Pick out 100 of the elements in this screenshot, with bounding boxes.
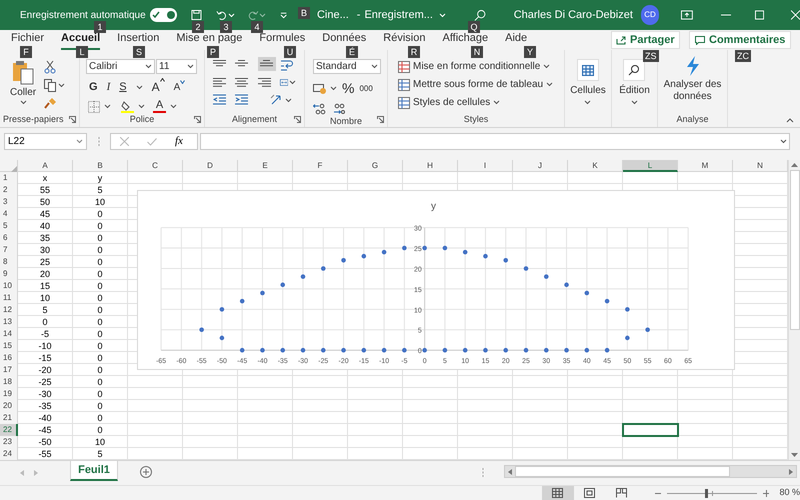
scroll-left-icon[interactable] [508, 468, 512, 474]
row-header[interactable]: 13 [0, 316, 18, 328]
column-header[interactable]: D [183, 160, 238, 172]
scrollbar-thumb[interactable] [790, 170, 800, 330]
view-button[interactable] [542, 486, 574, 500]
column-header[interactable]: M [678, 160, 733, 172]
font-color-button[interactable]: A [153, 100, 166, 113]
copy-icon[interactable] [44, 79, 56, 92]
accounting-format-icon[interactable] [313, 82, 327, 94]
maximize-icon[interactable] [754, 10, 764, 20]
dialog-launcher-icon[interactable] [294, 116, 301, 123]
zoom-slider-thumb[interactable] [705, 488, 708, 498]
column-header[interactable]: I [458, 160, 513, 172]
fill-color-icon[interactable] [121, 100, 134, 113]
expand-formula-bar-icon[interactable] [780, 139, 787, 144]
row-header[interactable]: 19 [0, 388, 18, 400]
column-header[interactable]: F [293, 160, 348, 172]
percent-button[interactable]: % [342, 78, 354, 99]
row-header[interactable]: 22 [0, 424, 18, 436]
font-size-field[interactable]: 11 [156, 59, 197, 74]
minimize-icon[interactable] [720, 14, 731, 16]
scroll-up-icon[interactable] [791, 163, 798, 167]
align-center-icon[interactable] [235, 77, 248, 88]
close-icon[interactable] [790, 10, 800, 20]
row-header[interactable]: 16 [0, 352, 18, 364]
row-header[interactable]: 23 [0, 436, 18, 448]
drag-handle-icon[interactable] [482, 468, 484, 477]
user-avatar[interactable]: CD [640, 5, 660, 25]
grow-font-button[interactable]: A [152, 78, 165, 96]
wrap-text-icon[interactable] [280, 59, 293, 71]
borders-icon[interactable] [88, 100, 100, 112]
name-box[interactable]: L22 [4, 133, 87, 150]
scissors-icon[interactable] [44, 60, 56, 74]
autosave-toggle[interactable] [150, 8, 178, 22]
scroll-right-icon[interactable] [789, 468, 793, 474]
decrease-indent-icon[interactable] [213, 94, 226, 105]
insert-function-button[interactable]: fx [175, 133, 183, 150]
dialog-launcher-icon[interactable] [194, 116, 201, 123]
thousands-separator-button[interactable]: 000 [359, 82, 373, 94]
row-header[interactable]: 20 [0, 400, 18, 412]
cells-button[interactable]: Cellules [570, 59, 606, 105]
row-header[interactable]: 1 [0, 172, 18, 184]
collapse-ribbon-icon[interactable] [786, 118, 794, 123]
editing-button[interactable]: Édition [619, 59, 650, 105]
dialog-launcher-icon[interactable] [69, 116, 76, 123]
align-right-icon[interactable] [258, 77, 270, 88]
add-sheet-icon[interactable] [140, 466, 152, 478]
drag-handle-icon[interactable] [98, 137, 100, 146]
row-header[interactable]: 7 [0, 244, 18, 256]
column-header[interactable]: E [238, 160, 293, 172]
row-header[interactable]: 3 [0, 196, 18, 208]
column-header[interactable]: B [73, 160, 128, 172]
row-header[interactable]: 8 [0, 256, 18, 268]
file-name[interactable]: Enregistrem... [364, 6, 433, 24]
column-header[interactable]: A [18, 160, 73, 172]
column-header[interactable]: H [403, 160, 458, 172]
ribbon-display-icon[interactable] [681, 10, 693, 20]
share-button[interactable]: Partager [611, 31, 680, 49]
shrink-font-button[interactable]: A [174, 80, 186, 94]
row-header[interactable]: 6 [0, 232, 18, 244]
row-header[interactable]: 18 [0, 376, 18, 388]
paste-button[interactable]: Coller [10, 59, 36, 105]
horizontal-scrollbar-thumb[interactable] [515, 466, 730, 477]
styles-menu-button[interactable]: Styles de cellules [398, 95, 554, 110]
align-left-icon[interactable] [213, 77, 226, 88]
bold-button[interactable]: G [89, 78, 98, 96]
row-header[interactable]: 24 [0, 448, 18, 460]
italic-button[interactable]: I [106, 78, 110, 96]
selected-cell[interactable] [623, 424, 678, 436]
customize-toolbar-icon[interactable] [280, 11, 287, 19]
number-format-field[interactable]: Standard [313, 59, 381, 74]
undo-icon[interactable] [216, 9, 228, 21]
row-header[interactable]: 10 [0, 280, 18, 292]
comments-button[interactable]: Commentaires [689, 31, 792, 49]
row-header[interactable]: 4 [0, 208, 18, 220]
zoom-in-icon[interactable] [762, 490, 770, 496]
styles-menu-button[interactable]: Mise en forme conditionnelle [398, 59, 554, 74]
column-header[interactable]: J [513, 160, 568, 172]
increase-indent-icon[interactable] [235, 94, 248, 105]
row-header[interactable]: 15 [0, 340, 18, 352]
row-header[interactable]: 21 [0, 412, 18, 424]
merge-center-icon[interactable] [280, 77, 288, 88]
styles-menu-button[interactable]: Mettre sous forme de tableau [398, 77, 554, 92]
font-name-field[interactable]: Calibri [86, 59, 155, 74]
row-header[interactable]: 17 [0, 364, 18, 376]
dialog-launcher-icon[interactable] [377, 116, 384, 123]
zoom-level[interactable]: 80 % [779, 486, 800, 500]
decrease-decimal-icon[interactable] [332, 103, 345, 115]
row-header[interactable]: 9 [0, 268, 18, 280]
row-header[interactable]: 5 [0, 220, 18, 232]
underline-button[interactable]: S [119, 78, 127, 96]
save-icon[interactable] [191, 9, 202, 21]
row-header[interactable]: 2 [0, 184, 18, 196]
column-header[interactable]: C [128, 160, 183, 172]
format-painter-icon[interactable] [44, 97, 58, 110]
sheet-tab[interactable]: Feuil1 [70, 461, 118, 481]
column-header[interactable]: G [348, 160, 403, 172]
formula-field[interactable] [200, 133, 790, 150]
row-header[interactable]: 14 [0, 328, 18, 340]
zoom-slider[interactable] [667, 488, 757, 498]
